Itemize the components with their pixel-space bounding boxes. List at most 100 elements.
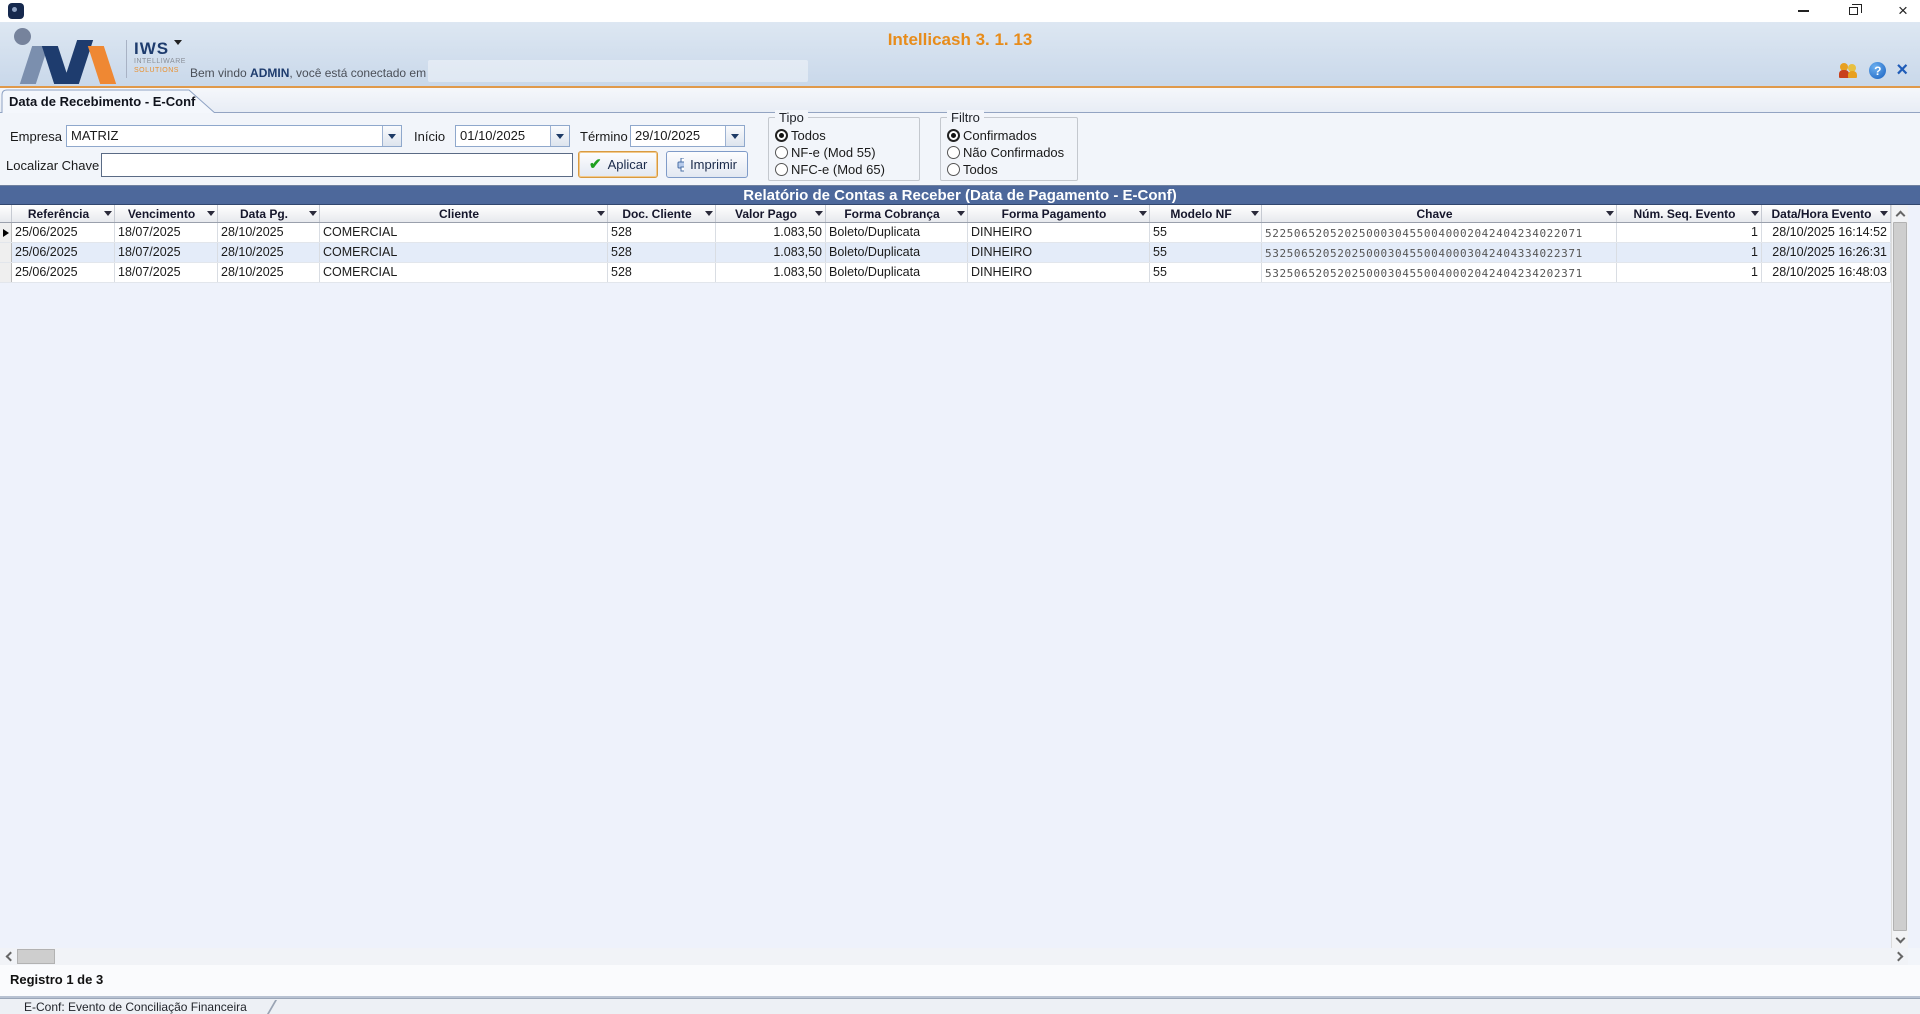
scroll-down-button[interactable] bbox=[1892, 931, 1908, 948]
inicio-date-combobox[interactable]: 01/10/2025 bbox=[455, 125, 570, 147]
cell-referencia[interactable]: 25/06/2025 bbox=[12, 223, 115, 242]
column-header-vencimento[interactable]: Vencimento bbox=[115, 205, 218, 222]
column-dropdown-icon[interactable] bbox=[1750, 211, 1759, 216]
table-row[interactable]: 25/06/202518/07/202528/10/2025COMERCIAL5… bbox=[0, 243, 1891, 263]
column-dropdown-icon[interactable] bbox=[206, 211, 215, 216]
cell-vencimento[interactable]: 18/07/2025 bbox=[115, 243, 218, 262]
column-header-modelo-nf[interactable]: Modelo NF bbox=[1150, 205, 1262, 222]
restore-button[interactable] bbox=[1846, 4, 1860, 18]
radio-icon[interactable] bbox=[775, 146, 788, 159]
cell-doc-cliente[interactable]: 528 bbox=[608, 263, 716, 282]
aplicar-button[interactable]: ✔ Aplicar bbox=[578, 151, 658, 178]
radio-option-nao-confirmados[interactable]: Não Confirmados bbox=[947, 144, 1064, 161]
scroll-left-button[interactable] bbox=[0, 948, 17, 965]
radio-icon[interactable] bbox=[947, 163, 960, 176]
cell-valor-pago[interactable]: 1.083,50 bbox=[716, 223, 826, 242]
cell-forma-pagamento[interactable]: DINHEIRO bbox=[968, 243, 1150, 262]
column-header-forma-cobranca[interactable]: Forma Cobrança bbox=[826, 205, 968, 222]
column-dropdown-icon[interactable] bbox=[1879, 211, 1888, 216]
horizontal-scrollbar-thumb[interactable] bbox=[17, 949, 55, 964]
column-dropdown-icon[interactable] bbox=[814, 211, 823, 216]
minimize-button[interactable] bbox=[1796, 4, 1810, 18]
vertical-scrollbar[interactable] bbox=[1891, 205, 1908, 948]
column-dropdown-icon[interactable] bbox=[704, 211, 713, 216]
horizontal-scrollbar-track[interactable] bbox=[55, 948, 1891, 965]
cell-forma-cobranca[interactable]: Boleto/Duplicata bbox=[826, 263, 968, 282]
column-header-cliente[interactable]: Cliente bbox=[320, 205, 608, 222]
column-header-num-seq-evento[interactable]: Núm. Seq. Evento bbox=[1617, 205, 1762, 222]
cell-forma-pagamento[interactable]: DINHEIRO bbox=[968, 263, 1150, 282]
cell-modelo-nf[interactable]: 55 bbox=[1150, 243, 1262, 262]
scroll-right-button[interactable] bbox=[1891, 948, 1908, 965]
inicio-dropdown-button[interactable] bbox=[550, 126, 569, 146]
cell-cliente[interactable]: COMERCIAL bbox=[320, 223, 608, 242]
column-header-referencia[interactable]: Referência bbox=[12, 205, 115, 222]
cell-forma-cobranca[interactable]: Boleto/Duplicata bbox=[826, 223, 968, 242]
column-header-forma-pagamento[interactable]: Forma Pagamento bbox=[968, 205, 1150, 222]
cell-forma-cobranca[interactable]: Boleto/Duplicata bbox=[826, 243, 968, 262]
tab-data-recebimento[interactable]: Data de Recebimento - E-Conf bbox=[1, 89, 217, 114]
column-dropdown-icon[interactable] bbox=[1250, 211, 1259, 216]
cell-referencia[interactable]: 25/06/2025 bbox=[12, 243, 115, 262]
radio-option-todos[interactable]: Todos bbox=[947, 161, 1064, 178]
cell-valor-pago[interactable]: 1.083,50 bbox=[716, 243, 826, 262]
table-row[interactable]: 25/06/202518/07/202528/10/2025COMERCIAL5… bbox=[0, 223, 1891, 243]
radio-option-nfc-e-mod-65[interactable]: NFC-e (Mod 65) bbox=[775, 161, 885, 178]
cell-modelo-nf[interactable]: 55 bbox=[1150, 263, 1262, 282]
cell-chave[interactable]: 5325065205202500030455004000304240433402… bbox=[1262, 243, 1617, 262]
cell-forma-pagamento[interactable]: DINHEIRO bbox=[968, 223, 1150, 242]
radio-option-todos[interactable]: Todos bbox=[775, 127, 885, 144]
cell-chave[interactable]: 5325065205202500030455004000204240423420… bbox=[1262, 263, 1617, 282]
radio-option-nf-e-mod-55[interactable]: NF-e (Mod 55) bbox=[775, 144, 885, 161]
column-dropdown-icon[interactable] bbox=[956, 211, 965, 216]
vertical-scrollbar-thumb[interactable] bbox=[1893, 222, 1907, 931]
cell-data-hora-evento[interactable]: 28/10/2025 16:26:31 bbox=[1762, 243, 1891, 262]
help-icon[interactable]: ? bbox=[1869, 62, 1886, 79]
cell-vencimento[interactable]: 18/07/2025 bbox=[115, 223, 218, 242]
close-tab-icon[interactable]: × bbox=[1896, 62, 1908, 79]
column-dropdown-icon[interactable] bbox=[1138, 211, 1147, 216]
cell-doc-cliente[interactable]: 528 bbox=[608, 223, 716, 242]
cell-cliente[interactable]: COMERCIAL bbox=[320, 263, 608, 282]
cell-num-seq-evento[interactable]: 1 bbox=[1617, 263, 1762, 282]
cell-vencimento[interactable]: 18/07/2025 bbox=[115, 263, 218, 282]
radio-icon[interactable] bbox=[947, 129, 960, 142]
radio-icon[interactable] bbox=[947, 146, 960, 159]
column-dropdown-icon[interactable] bbox=[596, 211, 605, 216]
logo-dropdown-icon[interactable] bbox=[174, 40, 182, 45]
column-dropdown-icon[interactable] bbox=[1605, 211, 1614, 216]
imprimir-button[interactable]: Imprimir bbox=[666, 151, 748, 178]
empresa-dropdown-button[interactable] bbox=[382, 126, 401, 146]
column-dropdown-icon[interactable] bbox=[308, 211, 317, 216]
cell-cliente[interactable]: COMERCIAL bbox=[320, 243, 608, 262]
termino-date-combobox[interactable]: 29/10/2025 bbox=[630, 125, 745, 147]
radio-icon[interactable] bbox=[775, 163, 788, 176]
cell-doc-cliente[interactable]: 528 bbox=[608, 243, 716, 262]
column-header-data-hora-evento[interactable]: Data/Hora Evento bbox=[1762, 205, 1891, 222]
cell-num-seq-evento[interactable]: 1 bbox=[1617, 243, 1762, 262]
close-button[interactable]: × bbox=[1896, 4, 1910, 18]
column-dropdown-icon[interactable] bbox=[103, 211, 112, 216]
empresa-combobox[interactable]: MATRIZ bbox=[66, 125, 402, 147]
column-header-valor-pago[interactable]: Valor Pago bbox=[716, 205, 826, 222]
cell-data-hora-evento[interactable]: 28/10/2025 16:14:52 bbox=[1762, 223, 1891, 242]
column-header-chave[interactable]: Chave bbox=[1262, 205, 1617, 222]
cell-num-seq-evento[interactable]: 1 bbox=[1617, 223, 1762, 242]
cell-data-pg[interactable]: 28/10/2025 bbox=[218, 243, 320, 262]
scroll-up-button[interactable] bbox=[1892, 205, 1908, 222]
cell-data-hora-evento[interactable]: 28/10/2025 16:48:03 bbox=[1762, 263, 1891, 282]
cell-data-pg[interactable]: 28/10/2025 bbox=[218, 223, 320, 242]
termino-dropdown-button[interactable] bbox=[725, 126, 744, 146]
cell-modelo-nf[interactable]: 55 bbox=[1150, 223, 1262, 242]
cell-data-pg[interactable]: 28/10/2025 bbox=[218, 263, 320, 282]
cell-chave[interactable]: 5225065205202500030455004000204240423402… bbox=[1262, 223, 1617, 242]
column-header-doc-cliente[interactable]: Doc. Cliente bbox=[608, 205, 716, 222]
column-header-data-pg[interactable]: Data Pg. bbox=[218, 205, 320, 222]
cell-valor-pago[interactable]: 1.083,50 bbox=[716, 263, 826, 282]
radio-icon[interactable] bbox=[775, 129, 788, 142]
users-icon[interactable] bbox=[1839, 62, 1859, 79]
localizar-chave-input[interactable] bbox=[101, 153, 573, 177]
cell-referencia[interactable]: 25/06/2025 bbox=[12, 263, 115, 282]
radio-option-confirmados[interactable]: Confirmados bbox=[947, 127, 1064, 144]
horizontal-scrollbar[interactable] bbox=[0, 948, 1908, 965]
